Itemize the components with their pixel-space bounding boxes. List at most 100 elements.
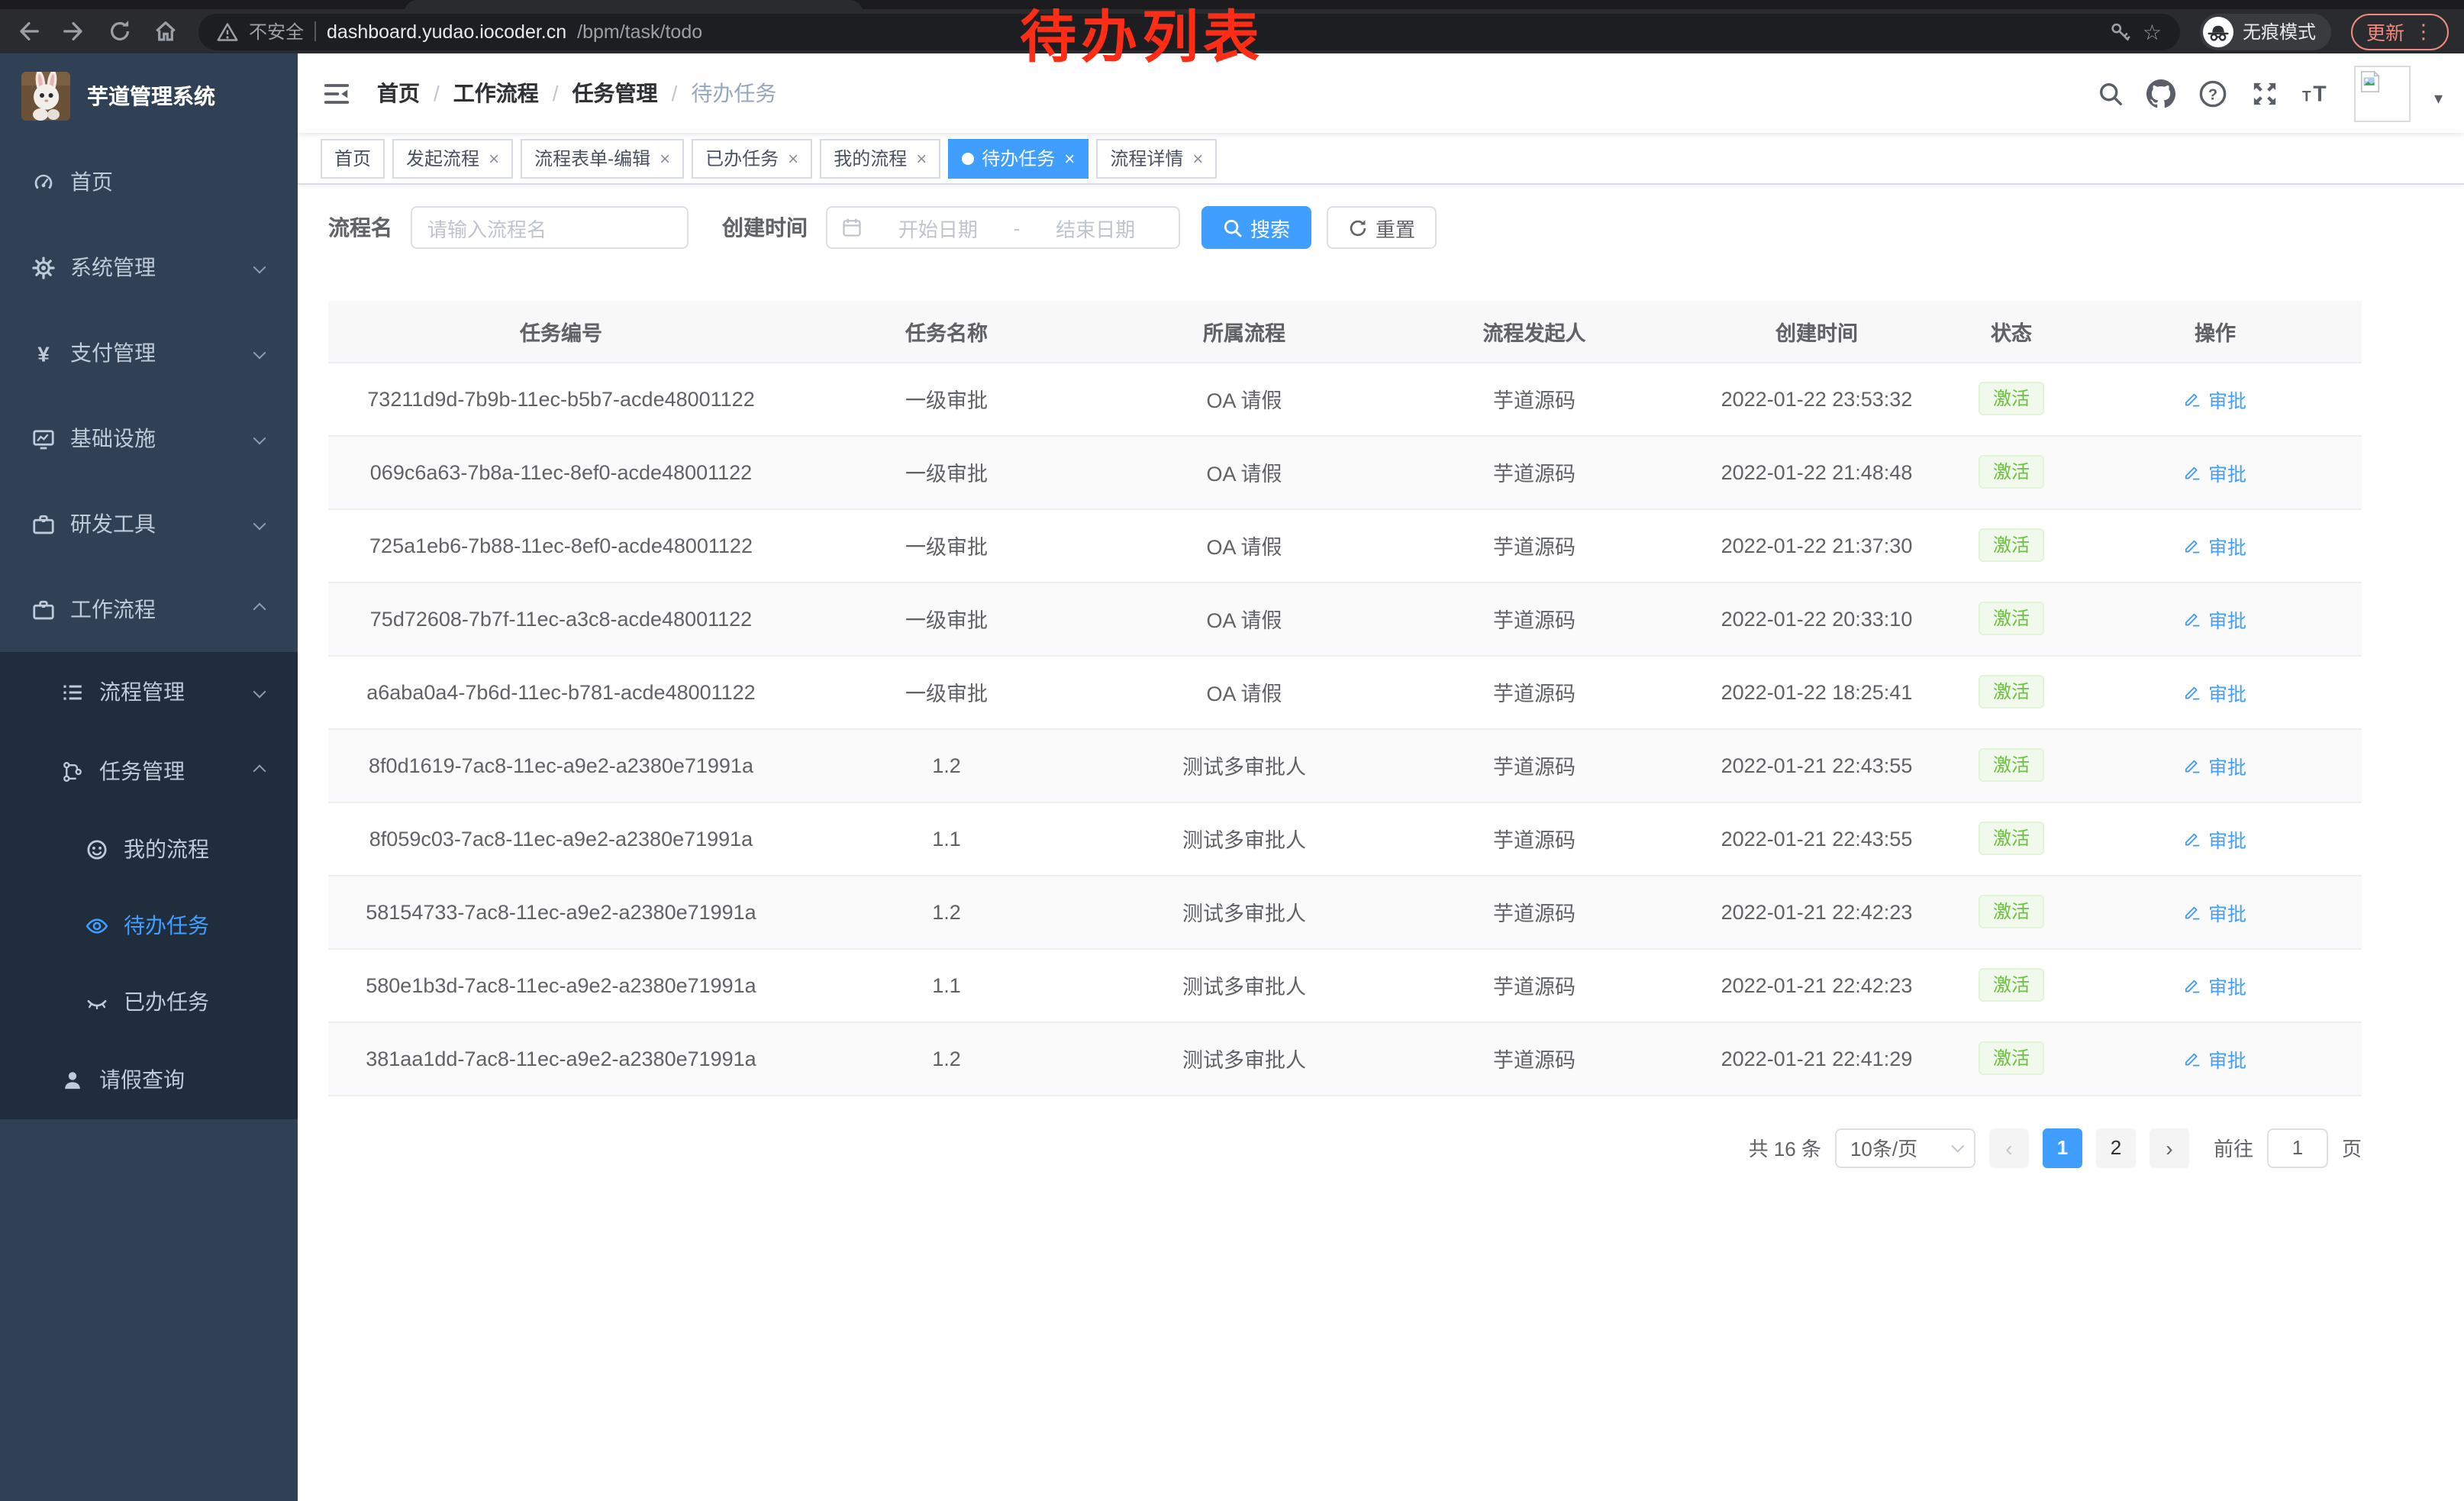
tab-流程表单-编辑[interactable]: 流程表单-编辑× — [521, 138, 684, 178]
url-path: /bpm/task/todo — [577, 21, 702, 42]
home-icon[interactable] — [153, 18, 179, 44]
tab-label: 待办任务 — [982, 145, 1055, 171]
pencil-icon — [2184, 463, 2202, 481]
create-time-label: 创建时间 — [722, 212, 808, 243]
security-label[interactable]: 不安全 — [249, 18, 304, 44]
key-icon[interactable] — [2111, 21, 2132, 42]
sidebar-item-task-mgmt[interactable]: 任务管理 — [0, 731, 298, 811]
process-name-label: 流程名 — [328, 212, 392, 243]
avatar[interactable] — [2355, 65, 2411, 121]
approve-link[interactable]: 审批 — [2184, 384, 2246, 413]
incognito-badge: 无痕模式 — [2200, 13, 2331, 50]
browser-menu-dots-icon[interactable]: ⋮ — [2414, 21, 2433, 41]
initiator-cell: 芋道源码 — [1389, 655, 1679, 728]
hamburger-icon[interactable] — [322, 79, 351, 108]
goto-label: 前往 — [2214, 1133, 2253, 1162]
font-size-icon[interactable]: TT — [2303, 79, 2332, 108]
back-icon[interactable] — [15, 18, 41, 44]
reload-icon[interactable] — [107, 18, 133, 44]
close-icon[interactable]: × — [916, 149, 927, 167]
reset-button[interactable]: 重置 — [1327, 206, 1437, 249]
calendar-icon — [841, 217, 863, 238]
next-page-button[interactable]: › — [2150, 1128, 2189, 1167]
sidebar-item-process-mgmt[interactable]: 流程管理 — [0, 652, 298, 731]
approve-label: 审批 — [2208, 750, 2246, 780]
tab-发起流程[interactable]: 发起流程× — [392, 138, 513, 178]
page-number-list: 12 — [2043, 1128, 2136, 1167]
close-icon[interactable]: × — [1064, 149, 1075, 167]
close-icon[interactable]: × — [788, 149, 798, 167]
app-title: 芋道管理系统 — [87, 81, 215, 111]
column-header: 任务名称 — [794, 301, 1099, 362]
fullscreen-icon[interactable] — [2251, 79, 2280, 108]
approve-link[interactable]: 审批 — [2184, 604, 2246, 633]
tab-首页[interactable]: 首页 — [321, 138, 385, 178]
approve-link[interactable]: 审批 — [2184, 897, 2246, 926]
tab-已办任务[interactable]: 已办任务× — [692, 138, 812, 178]
approve-label: 审批 — [2208, 970, 2246, 999]
approve-link[interactable]: 审批 — [2184, 457, 2246, 486]
search-button[interactable]: 搜索 — [1201, 206, 1311, 249]
tab-label: 我的流程 — [834, 145, 907, 171]
update-button[interactable]: 更新 ⋮ — [2351, 13, 2449, 50]
approve-label: 审批 — [2208, 384, 2246, 413]
approve-label: 审批 — [2208, 677, 2246, 706]
sidebar-item-payment[interactable]: ¥支付管理 — [0, 310, 298, 395]
created-time-cell: 2022-01-21 22:42:23 — [1679, 948, 1954, 1022]
chevron-down-icon — [1951, 1139, 1964, 1152]
search-icon[interactable] — [2098, 80, 2124, 106]
update-label: 更新 — [2366, 17, 2404, 46]
help-icon[interactable]: ? — [2199, 79, 2228, 108]
sidebar-item-home[interactable]: 首页 — [0, 139, 298, 224]
avatar-caret-down-icon[interactable]: ▾ — [2434, 88, 2443, 108]
sidebar-item-leave-query[interactable]: 请假查询 — [0, 1040, 298, 1119]
start-date-placeholder[interactable]: 开始日期 — [869, 213, 1008, 242]
task-id-cell: 580e1b3d-7ac8-11ec-a9e2-a2380e71991a — [328, 948, 794, 1022]
sidebar-logo[interactable]: 芋道管理系统 — [0, 53, 298, 139]
page-number-2[interactable]: 2 — [2096, 1128, 2136, 1167]
page-size-select[interactable]: 10条/页 — [1835, 1128, 1975, 1167]
action-cell: 审批 — [2069, 875, 2362, 948]
sidebar-item-todo-task[interactable]: 待办任务 — [0, 887, 298, 964]
sidebar-item-infrastructure[interactable]: 基础设施 — [0, 395, 298, 481]
incognito-icon — [2203, 16, 2233, 47]
tab-待办任务[interactable]: 待办任务 × — [948, 138, 1088, 178]
sidebar-item-devtools[interactable]: 研发工具 — [0, 481, 298, 567]
github-icon[interactable] — [2147, 79, 2176, 108]
close-icon[interactable]: × — [660, 149, 670, 167]
close-icon[interactable]: × — [1192, 149, 1203, 167]
breadcrumb-item[interactable]: 首页 — [377, 78, 420, 108]
approve-link[interactable]: 审批 — [2184, 750, 2246, 780]
created-time-cell: 2022-01-22 20:33:10 — [1679, 582, 1954, 655]
page-size-value: 10条/页 — [1850, 1133, 1917, 1162]
close-icon[interactable]: × — [489, 149, 499, 167]
sidebar-item-my-process[interactable]: 我的流程 — [0, 811, 298, 887]
breadcrumb-item[interactable]: 任务管理 — [572, 78, 658, 108]
approve-link[interactable]: 审批 — [2184, 531, 2246, 560]
sidebar-item-workflow[interactable]: 工作流程 — [0, 567, 298, 652]
approve-link[interactable]: 审批 — [2184, 1044, 2246, 1073]
breadcrumb-item[interactable]: 工作流程 — [453, 78, 539, 108]
prev-page-button[interactable]: ‹ — [1989, 1128, 2029, 1167]
screenshot-root: 不安全 dashboard.yudao.iocoder.cn/bpm/task/… — [0, 0, 2464, 1501]
page-number-1[interactable]: 1 — [2043, 1128, 2082, 1167]
tab-流程详情[interactable]: 流程详情× — [1096, 138, 1217, 178]
star-icon[interactable]: ☆ — [2143, 21, 2162, 42]
table-row: 8f059c03-7ac8-11ec-a9e2-a2380e71991a1.1测… — [328, 802, 2362, 875]
date-range-picker[interactable]: 开始日期 - 结束日期 — [826, 206, 1180, 249]
goto-page-input[interactable]: 1 — [2267, 1128, 2328, 1167]
sidebar-item-system[interactable]: 系统管理 — [0, 224, 298, 310]
approve-link[interactable]: 审批 — [2184, 824, 2246, 853]
process-name-input[interactable]: 请输入流程名 — [411, 206, 689, 249]
approve-link[interactable]: 审批 — [2184, 970, 2246, 999]
sidebar-item-done-task[interactable]: 已办任务 — [0, 964, 298, 1040]
action-cell: 审批 — [2069, 802, 2362, 875]
approve-link[interactable]: 审批 — [2184, 677, 2246, 706]
refresh-icon — [1348, 218, 1368, 237]
task-name-cell: 一级审批 — [794, 362, 1099, 435]
tab-我的流程[interactable]: 我的流程 × — [820, 138, 940, 178]
end-date-placeholder[interactable]: 结束日期 — [1026, 213, 1165, 242]
pencil-icon — [2184, 609, 2202, 628]
forward-icon[interactable] — [61, 18, 87, 44]
sidebar-menu: 首页系统管理¥支付管理基础设施研发工具工作流程流程管理任务管理我的流程待办任务已… — [0, 139, 298, 1501]
